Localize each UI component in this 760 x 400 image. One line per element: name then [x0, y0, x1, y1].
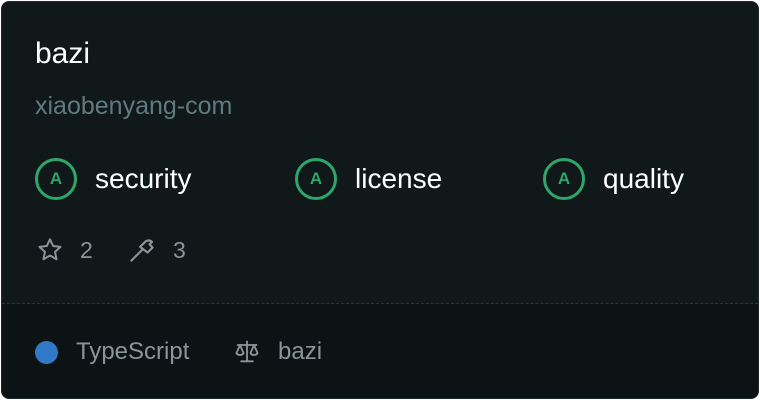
stars-stat: 2: [36, 233, 93, 267]
grade-label: security: [95, 163, 192, 194]
repo-name[interactable]: bazi: [35, 36, 90, 72]
grade-license: A license: [295, 154, 442, 204]
grade-label: license: [355, 163, 443, 194]
star-count: 2: [80, 236, 93, 263]
repo-owner[interactable]: xiaobenyang-com: [35, 90, 232, 122]
grade-badge: A: [543, 158, 585, 200]
language-label: TypeScript: [76, 338, 190, 365]
grade-quality: A quality: [543, 154, 684, 204]
star-icon: [38, 238, 62, 261]
license-label: bazi: [278, 338, 323, 365]
card-body: [2, 2, 758, 303]
fork-count: 3: [173, 236, 186, 263]
grade-security: A security: [35, 154, 191, 204]
hammer-icon: [130, 239, 154, 262]
forks-stat: 3: [127, 233, 186, 267]
grade-badge: A: [35, 158, 77, 200]
grade-label: quality: [603, 163, 684, 194]
language-color-dot: [35, 341, 58, 364]
repo-card[interactable]: bazi xiaobenyang-com A security A licens…: [1, 1, 759, 399]
grade-badge: A: [295, 158, 337, 200]
scale-icon: [233, 338, 261, 371]
